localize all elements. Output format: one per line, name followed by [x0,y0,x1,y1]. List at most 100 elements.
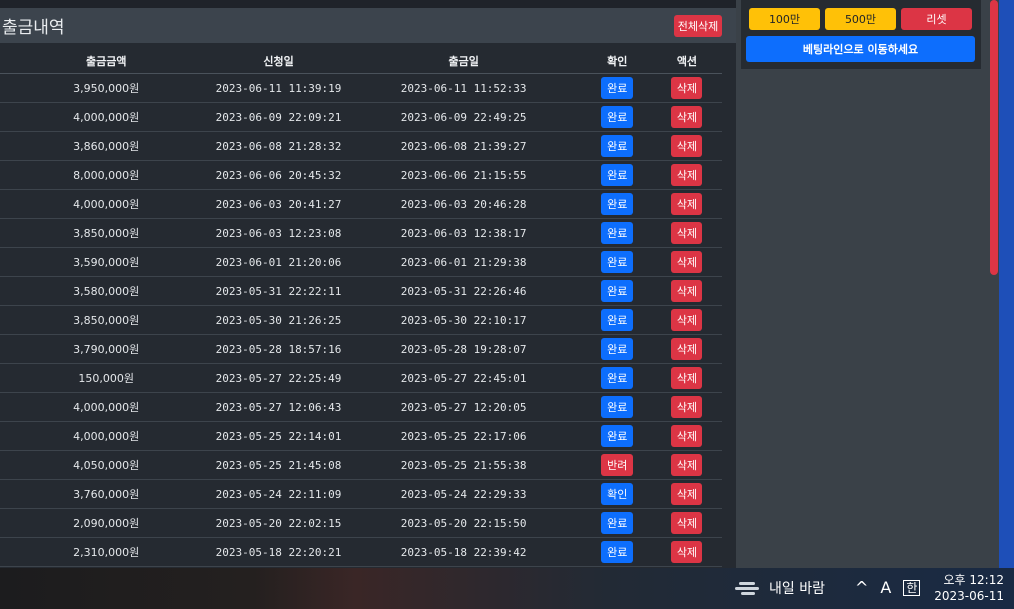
panel-title: 출금내역 [2,18,65,38]
status-button[interactable]: 완료 [601,251,634,273]
table-row: 4,000,000원 2023-06-09 22:09:21 2023-06-09 … [0,102,722,132]
status-cell: 완료 [582,218,652,248]
delete-row-button[interactable]: 삭제 [671,512,703,534]
clock-date: 2023-06-11 [934,589,1004,603]
requested-date-cell: 2023-05-18 22:20:21 [212,537,345,567]
status-button[interactable]: 완료 [601,425,634,447]
requested-date-cell: 2023-05-27 12:06:43 [212,392,345,422]
table-row: 2,310,000원 2023-05-18 22:20:21 2023-05-18 … [0,537,722,567]
action-cell: 삭제 [651,73,722,103]
amount-cell: 4,000,000원 [0,421,213,451]
status-button[interactable]: 완료 [601,280,634,302]
delete-row-button[interactable]: 삭제 [671,193,703,215]
amount-cell: 4,000,000원 [0,392,213,422]
reset-button[interactable]: 리셋 [901,8,972,30]
delete-row-button[interactable]: 삭제 [671,338,703,360]
status-button[interactable]: 완료 [601,512,634,534]
requested-date-cell: 2023-06-08 21:28:32 [212,131,345,161]
amount-cell: 8,000,000원 [0,160,213,190]
delete-row-button[interactable]: 삭제 [671,541,703,563]
status-button[interactable]: 완료 [601,541,634,563]
status-button[interactable]: 완료 [601,135,634,157]
page-scrollbar-track[interactable] [999,0,1014,570]
status-cell: 반려 [582,450,652,480]
amount-cell: 4,000,000원 [0,102,213,132]
status-button[interactable]: 완료 [601,77,634,99]
delete-row-button[interactable]: 삭제 [671,309,703,331]
hangul-ime-icon[interactable]: 한 [903,579,921,596]
status-button[interactable]: 완료 [601,193,634,215]
status-cell: 완료 [582,392,652,422]
table-row: 3,860,000원 2023-06-08 21:28:32 2023-06-08 … [0,131,722,161]
action-cell: 삭제 [651,218,722,248]
status-button[interactable]: 완료 [601,367,634,389]
delete-row-button[interactable]: 삭제 [671,280,703,302]
delete-row-button[interactable]: 삭제 [671,425,703,447]
delete-row-button[interactable]: 삭제 [671,483,703,505]
wind-icon [735,579,761,597]
delete-row-button[interactable]: 삭제 [671,222,703,244]
delete-row-button[interactable]: 삭제 [671,251,703,273]
action-cell: 삭제 [651,537,722,567]
paid-date-cell: 2023-06-08 21:39:27 [344,131,583,161]
delete-row-button[interactable]: 삭제 [671,164,703,186]
action-cell: 삭제 [651,392,722,422]
delete-row-button[interactable]: 삭제 [671,367,703,389]
paid-date-cell: 2023-06-06 21:15:55 [344,160,583,190]
requested-date-cell: 2023-06-09 22:09:21 [212,102,345,132]
requested-date-cell: 2023-06-11 11:39:19 [212,73,345,103]
header-action: 액션 [651,49,722,74]
table-row: 3,760,000원 2023-05-24 22:11:09 2023-05-24 … [0,479,722,509]
status-cell: 완료 [582,160,652,190]
amount-cell: 3,590,000원 [0,247,213,277]
status-cell: 완료 [582,508,652,538]
ime-mode-indicator[interactable]: A [880,578,891,597]
requested-date-cell: 2023-05-27 22:25:49 [212,363,345,393]
amount-cell: 3,580,000원 [0,276,213,306]
status-button[interactable]: 반려 [601,454,634,476]
table-row: 4,000,000원 2023-05-25 22:14:01 2023-05-25 … [0,421,722,451]
paid-date-cell: 2023-05-25 22:17:06 [344,421,583,451]
status-cell: 완료 [582,305,652,335]
top-strip [0,0,736,8]
status-button[interactable]: 완료 [601,396,634,418]
status-button[interactable]: 완료 [601,222,634,244]
amount-cell: 3,850,000원 [0,305,213,335]
amount-cell: 3,790,000원 [0,334,213,364]
taskbar-clock[interactable]: 오후 12:12 2023-06-11 [934,572,1004,604]
goto-betting-line-button[interactable]: 베팅라인으로 이동하세요 [746,36,975,62]
status-cell: 완료 [582,189,652,219]
panel-header: 출금내역 전체삭제 [0,8,736,43]
status-button[interactable]: 확인 [601,483,634,505]
delete-all-button[interactable]: 전체삭제 [674,14,722,37]
delete-row-button[interactable]: 삭제 [671,77,703,99]
table-row: 2,090,000원 2023-05-20 22:02:15 2023-05-20 … [0,508,722,538]
weather-widget[interactable]: 내일 바람 [735,578,825,598]
table-row: 150,000원 2023-05-27 22:25:49 2023-05-27 22… [0,363,722,393]
delete-row-button[interactable]: 삭제 [671,396,703,418]
chevron-up-icon[interactable]: ^ [855,578,868,597]
paid-date-cell: 2023-05-28 19:28:07 [344,334,583,364]
status-button[interactable]: 완료 [601,309,634,331]
status-cell: 확인 [582,479,652,509]
status-cell: 완료 [582,102,652,132]
status-button[interactable]: 완료 [601,106,634,128]
bet-100-button[interactable]: 100만 [749,8,820,30]
status-button[interactable]: 완료 [601,164,634,186]
status-button[interactable]: 완료 [601,338,634,360]
action-cell: 삭제 [651,189,722,219]
table-row: 3,850,000원 2023-05-30 21:26:25 2023-05-30 … [0,305,722,335]
bet-500-button[interactable]: 500만 [825,8,896,30]
paid-date-cell: 2023-06-09 22:49:25 [344,102,583,132]
scrollbar-thumb[interactable] [990,0,998,275]
amount-cell: 2,310,000원 [0,537,213,567]
delete-row-button[interactable]: 삭제 [671,106,703,128]
header-status: 확인 [582,49,652,74]
action-cell: 삭제 [651,276,722,306]
delete-row-button[interactable]: 삭제 [671,454,703,476]
paid-date-cell: 2023-05-27 22:45:01 [344,363,583,393]
header-requested: 신청일 [212,49,345,74]
delete-row-button[interactable]: 삭제 [671,135,703,157]
amount-cell: 3,760,000원 [0,479,213,509]
amount-cell: 4,000,000원 [0,189,213,219]
